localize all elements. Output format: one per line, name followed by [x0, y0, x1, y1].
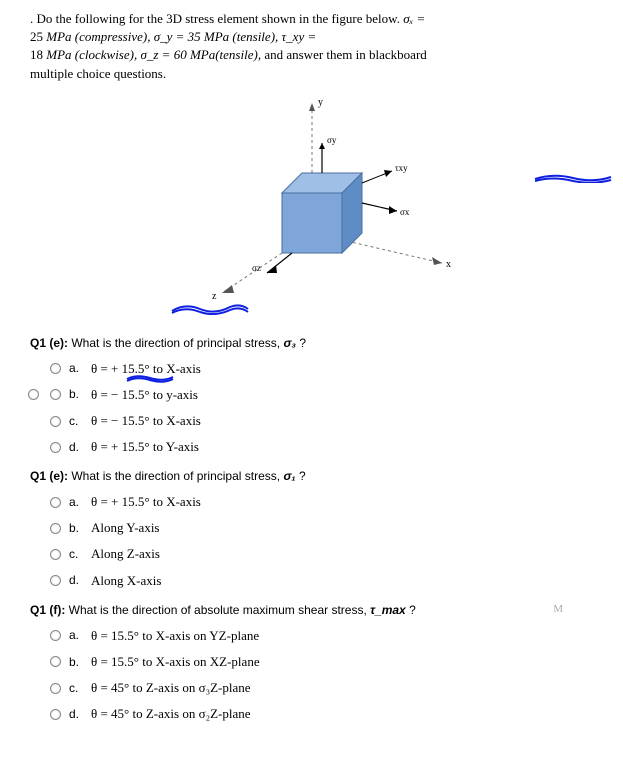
option-b[interactable]: b. Along Y-axis [50, 519, 593, 537]
option-a[interactable]: a. θ = + 15.5° to X-axis [50, 360, 593, 378]
radio-icon-extra[interactable] [28, 389, 39, 400]
q-symbol: τ_max [370, 603, 406, 617]
cube-diagram: y x z σy σx σz τxy [162, 93, 462, 313]
q-text: What is the direction of absolute maximu… [65, 603, 370, 617]
option-b[interactable]: b. θ = 15.5° to X-axis on XZ-plane [50, 653, 593, 671]
q-mark: ? [296, 336, 306, 350]
option-a[interactable]: a. θ = 15.5° to X-axis on YZ-plane [50, 627, 593, 645]
val-18: 18 [30, 47, 46, 62]
option-letter: a. [69, 494, 83, 511]
option-text: θ = + 15.5° to X-axis [91, 493, 201, 511]
option-letter: b. [69, 386, 83, 403]
radio-icon[interactable] [50, 656, 61, 667]
radio-icon[interactable] [50, 683, 61, 694]
radio-icon[interactable] [50, 363, 61, 374]
option-text: θ = − 15.5° to X-axis [91, 412, 201, 430]
option-text: Along X-axis [91, 572, 161, 590]
option-text: θ = 45° to Z-axis on σ₃Z-plane [91, 679, 251, 697]
option-letter: d. [69, 572, 83, 589]
radio-icon[interactable] [50, 389, 61, 400]
option-c[interactable]: c. θ = − 15.5° to X-axis [50, 412, 593, 430]
radio-icon[interactable] [50, 442, 61, 453]
question-sigma3: Q1 (e): What is the direction of princip… [30, 335, 593, 457]
option-text: θ = 15.5° to X-axis on YZ-plane [91, 627, 259, 645]
svg-text:σx: σx [400, 207, 410, 217]
side-mark: M [553, 602, 563, 617]
radio-icon[interactable] [50, 709, 61, 720]
q-text: What is the direction of principal stres… [68, 469, 283, 483]
option-text: Along Y-axis [91, 519, 160, 537]
option-d[interactable]: d. θ = 45° to Z-axis on σ₂Z-plane [50, 705, 593, 723]
annotation-scribble-bottom [170, 301, 250, 315]
option-a[interactable]: a. θ = + 15.5° to X-axis [50, 493, 593, 511]
svg-text:σz: σz [252, 263, 261, 273]
stress-element-figure: y x z σy σx σz τxy [30, 93, 593, 323]
intro-l3b: MPa (clockwise), σ_z = 60 MPa(tensile), [46, 47, 261, 62]
option-text: Along Z-axis [91, 545, 160, 563]
svg-text:y: y [318, 97, 323, 108]
option-letter: a. [69, 360, 83, 377]
q-mark: ? [296, 469, 306, 483]
option-text: θ = − 15.5° to y-axis [91, 386, 198, 404]
option-c[interactable]: c. θ = 45° to Z-axis on σ₃Z-plane [50, 679, 593, 697]
q-mark: ? [406, 603, 416, 617]
q-number: Q1 (f): [30, 603, 65, 617]
option-text: θ = 45° to Z-axis on σ₂Z-plane [91, 705, 251, 723]
intro-text: . Do the following for the 3D stress ele… [30, 11, 403, 26]
option-letter: b. [69, 520, 83, 537]
radio-icon[interactable] [50, 416, 61, 427]
option-c[interactable]: c. Along Z-axis [50, 545, 593, 563]
option-b[interactable]: b. θ = − 15.5° to y-axis [50, 386, 593, 404]
option-letter: a. [69, 627, 83, 644]
option-text: θ = 15.5° to X-axis on XZ-plane [91, 653, 260, 671]
radio-icon[interactable] [50, 497, 61, 508]
radio-icon[interactable] [50, 630, 61, 641]
option-letter: c. [69, 413, 83, 430]
annotation-scribble-right [533, 173, 613, 183]
option-text: θ = + 15.5° to Y-axis [91, 438, 199, 456]
question-taumax: Q1 (f): What is the direction of absolut… [30, 602, 593, 724]
intro-l3c: and answer them in blackboard [261, 47, 427, 62]
sigma-x: σₓ = [403, 11, 425, 26]
radio-icon[interactable] [50, 523, 61, 534]
svg-text:τxy: τxy [395, 163, 408, 173]
option-letter: b. [69, 654, 83, 671]
val-25: 25 [30, 29, 46, 44]
q-symbol: σ₁ [283, 469, 295, 483]
option-d[interactable]: d. Along X-axis [50, 572, 593, 590]
option-letter: c. [69, 680, 83, 697]
q-number: Q1 (e): [30, 336, 68, 350]
intro-l2: MPa (compressive), σ_y = 35 MPa (tensile… [46, 29, 316, 44]
q-symbol: σ₃ [283, 336, 296, 350]
option-letter: d. [69, 439, 83, 456]
option-d[interactable]: d. θ = + 15.5° to Y-axis [50, 438, 593, 456]
q-number: Q1 (e): [30, 469, 68, 483]
svg-text:σy: σy [327, 135, 337, 145]
q-text: What is the direction of principal stres… [68, 336, 283, 350]
question-sigma1: Q1 (e): What is the direction of princip… [30, 468, 593, 590]
option-letter: c. [69, 546, 83, 563]
radio-icon[interactable] [50, 549, 61, 560]
problem-statement: . Do the following for the 3D stress ele… [30, 10, 593, 83]
annotation-scribble-option [125, 374, 175, 384]
option-letter: d. [69, 706, 83, 723]
radio-icon[interactable] [50, 575, 61, 586]
svg-text:x: x [446, 259, 451, 270]
intro-l4: multiple choice questions. [30, 65, 593, 83]
